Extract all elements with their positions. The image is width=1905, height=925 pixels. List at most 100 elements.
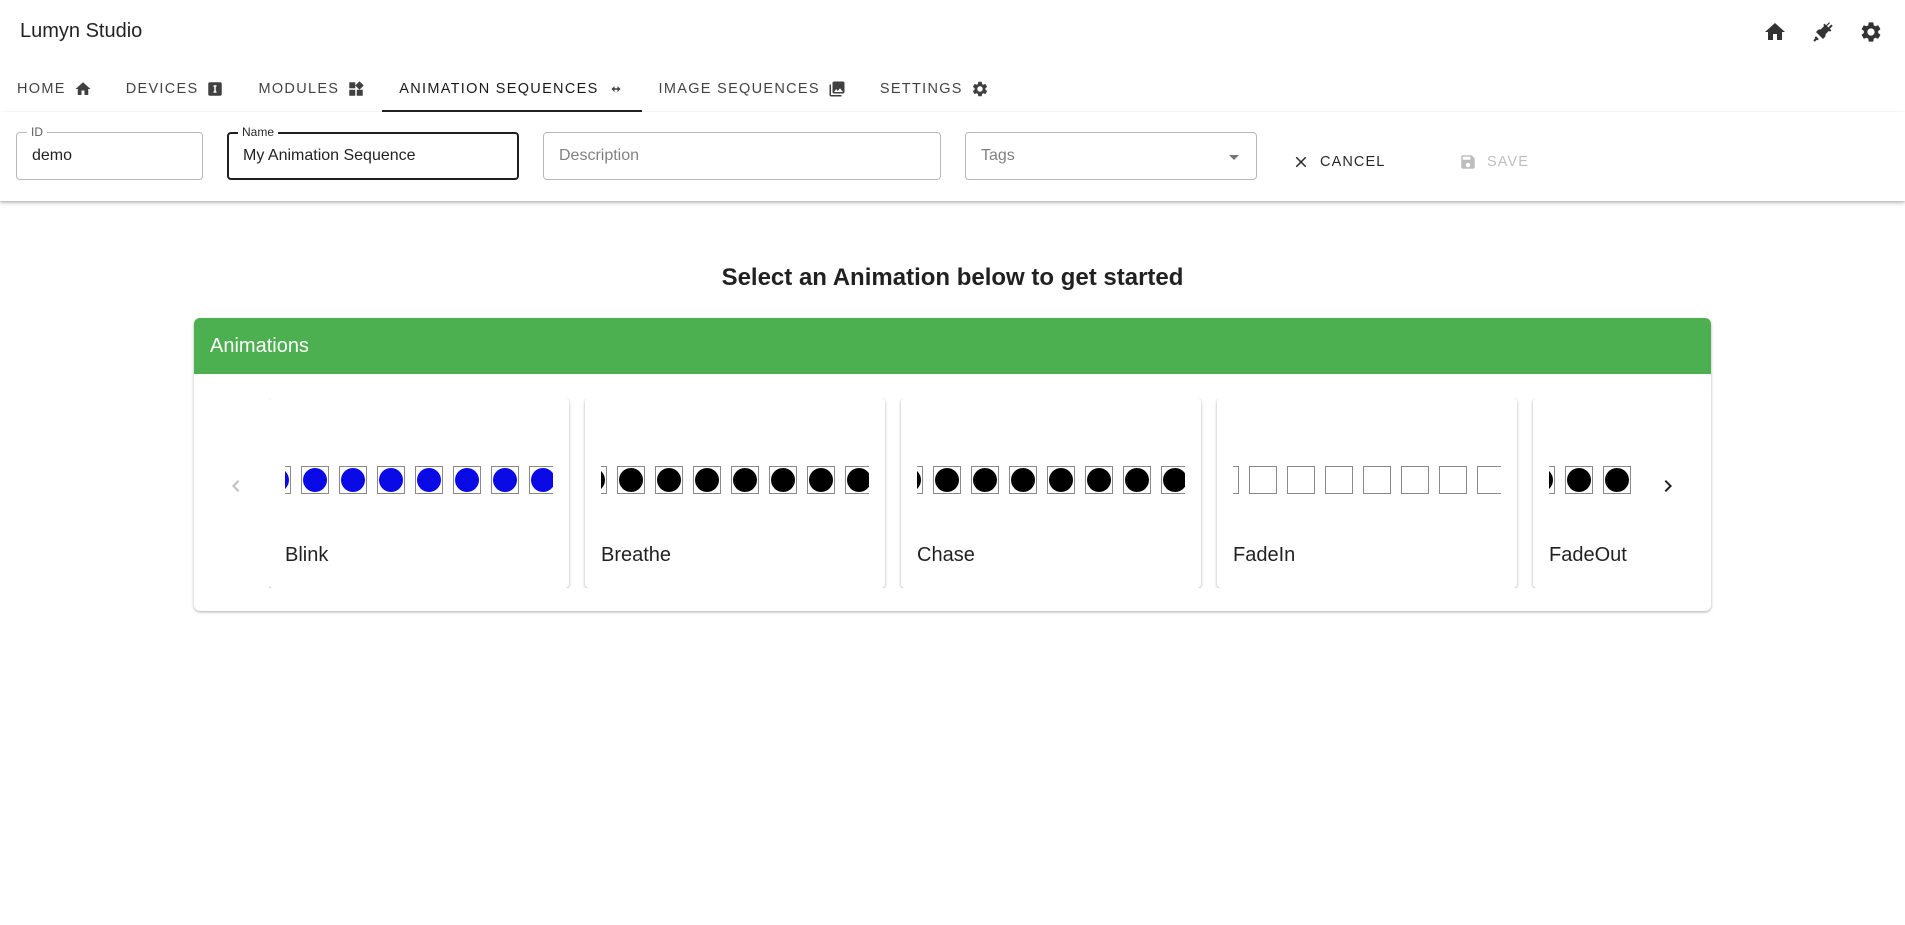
- led-dot: [379, 468, 403, 492]
- led-cell: [1549, 466, 1555, 494]
- tab-image-sequences[interactable]: IMAGE SEQUENCES: [642, 66, 863, 112]
- cancel-button[interactable]: CANCEL: [1292, 144, 1385, 180]
- led-cell: [1363, 466, 1391, 494]
- led-cell: [1477, 466, 1501, 494]
- led-dot: [455, 468, 479, 492]
- animation-card[interactable]: Chase: [901, 398, 1201, 588]
- led-cell: [1439, 466, 1467, 494]
- led-preview: [1233, 466, 1501, 498]
- led-cell: [301, 466, 329, 494]
- led-cell: [1249, 466, 1277, 494]
- led-dot: [493, 468, 517, 492]
- main-tabs: HOME DEVICES MODULES ANIMATION SEQUENCES…: [0, 66, 1006, 112]
- led-dot: [1567, 468, 1591, 492]
- led-cell: [693, 466, 721, 494]
- id-field[interactable]: [32, 133, 187, 179]
- animation-carousel: Blink Breathe Chase FadeIn FadeOut: [194, 374, 1711, 611]
- led-dot: [601, 468, 605, 492]
- sequence-form: ID Name CANCEL SAVE: [0, 112, 1905, 201]
- animation-card[interactable]: Blink: [269, 398, 569, 588]
- tab-home[interactable]: HOME: [0, 66, 109, 112]
- led-dot: [657, 468, 681, 492]
- led-cell: [1123, 466, 1151, 494]
- led-dot: [733, 468, 757, 492]
- tab-label: DEVICES: [125, 81, 199, 97]
- animation-card[interactable]: FadeIn: [1217, 398, 1517, 588]
- led-cell: [933, 466, 961, 494]
- led-cell: [339, 466, 367, 494]
- animation-card[interactable]: FadeOut: [1533, 398, 1638, 588]
- led-cell: [1287, 466, 1315, 494]
- led-cell: [655, 466, 683, 494]
- led-cell: [529, 466, 553, 494]
- description-field[interactable]: [559, 133, 925, 179]
- led-dot: [771, 468, 795, 492]
- led-cell: [917, 466, 923, 494]
- led-cell: [1085, 466, 1113, 494]
- led-dot: [1605, 468, 1629, 492]
- carousel-prev-button[interactable]: [224, 474, 248, 498]
- led-cell: [1603, 466, 1631, 494]
- led-dot: [1011, 468, 1035, 492]
- tab-label: SETTINGS: [879, 81, 963, 97]
- close-icon: [1295, 156, 1307, 168]
- tab-devices[interactable]: DEVICES: [109, 66, 242, 112]
- animation-card-title: Chase: [917, 544, 975, 566]
- gear-icon[interactable]: [1847, 13, 1895, 51]
- led-cell: [377, 466, 405, 494]
- animations-panel: Animations Blink Breathe Chase FadeIn FadeOu…: [194, 318, 1711, 611]
- led-preview: [601, 466, 869, 498]
- tab-animation-sequences[interactable]: ANIMATION SEQUENCES: [382, 66, 642, 112]
- tags-select[interactable]: [981, 133, 1241, 179]
- id-field-container: ID: [16, 125, 203, 180]
- led-dot: [341, 468, 365, 492]
- animation-card-title: FadeOut: [1549, 544, 1627, 566]
- animation-card-title: Breathe: [601, 544, 672, 566]
- led-cell: [491, 466, 519, 494]
- widgets-icon: [349, 81, 365, 96]
- animations-panel-header: Animations: [194, 318, 1711, 374]
- tab-settings[interactable]: SETTINGS: [863, 66, 1006, 112]
- led-dot: [531, 468, 553, 492]
- led-cell: [769, 466, 797, 494]
- led-cell: [1325, 466, 1353, 494]
- led-dot: [809, 468, 833, 492]
- chevron-right-icon: [1664, 480, 1672, 492]
- led-cell: [453, 466, 481, 494]
- led-cell: [285, 466, 291, 494]
- led-dot: [619, 468, 643, 492]
- save-button[interactable]: SAVE: [1459, 144, 1529, 180]
- led-dot: [1049, 468, 1073, 492]
- led-dot: [1087, 468, 1111, 492]
- led-dot: [1549, 468, 1553, 492]
- animation-card-title: Blink: [285, 544, 329, 566]
- animation-card-title: FadeIn: [1233, 544, 1296, 566]
- led-dot: [285, 468, 289, 492]
- led-dot: [303, 468, 327, 492]
- carousel-next-button[interactable]: [1656, 474, 1680, 498]
- led-cell: [1233, 466, 1239, 494]
- dropdown-arrow-icon[interactable]: [1222, 145, 1246, 169]
- led-cell: [845, 466, 869, 494]
- led-dot: [695, 468, 719, 492]
- tab-label: HOME: [17, 81, 66, 97]
- led-dot: [1163, 468, 1185, 492]
- home-icon[interactable]: [1751, 13, 1799, 51]
- led-cell: [1047, 466, 1075, 494]
- name-field[interactable]: [243, 133, 501, 179]
- animation-card-track: Blink Breathe Chase FadeIn FadeOut: [269, 398, 1638, 588]
- save-icon: [1461, 155, 1475, 169]
- save-label: SAVE: [1487, 154, 1530, 170]
- led-dot: [935, 468, 959, 492]
- cancel-label: CANCEL: [1320, 154, 1386, 170]
- arrows-horizontal-icon: [611, 86, 621, 92]
- tags-select-container[interactable]: [965, 132, 1257, 180]
- led-cell: [807, 466, 835, 494]
- tab-label: IMAGE SEQUENCES: [658, 81, 820, 97]
- animations-panel-title: Animations: [210, 334, 309, 357]
- plug-icon[interactable]: [1799, 13, 1847, 51]
- tab-modules[interactable]: MODULES: [241, 66, 382, 112]
- description-field-container: [543, 132, 941, 180]
- app-bar: Lumyn Studio: [0, 0, 1905, 64]
- animation-card[interactable]: Breathe: [585, 398, 885, 588]
